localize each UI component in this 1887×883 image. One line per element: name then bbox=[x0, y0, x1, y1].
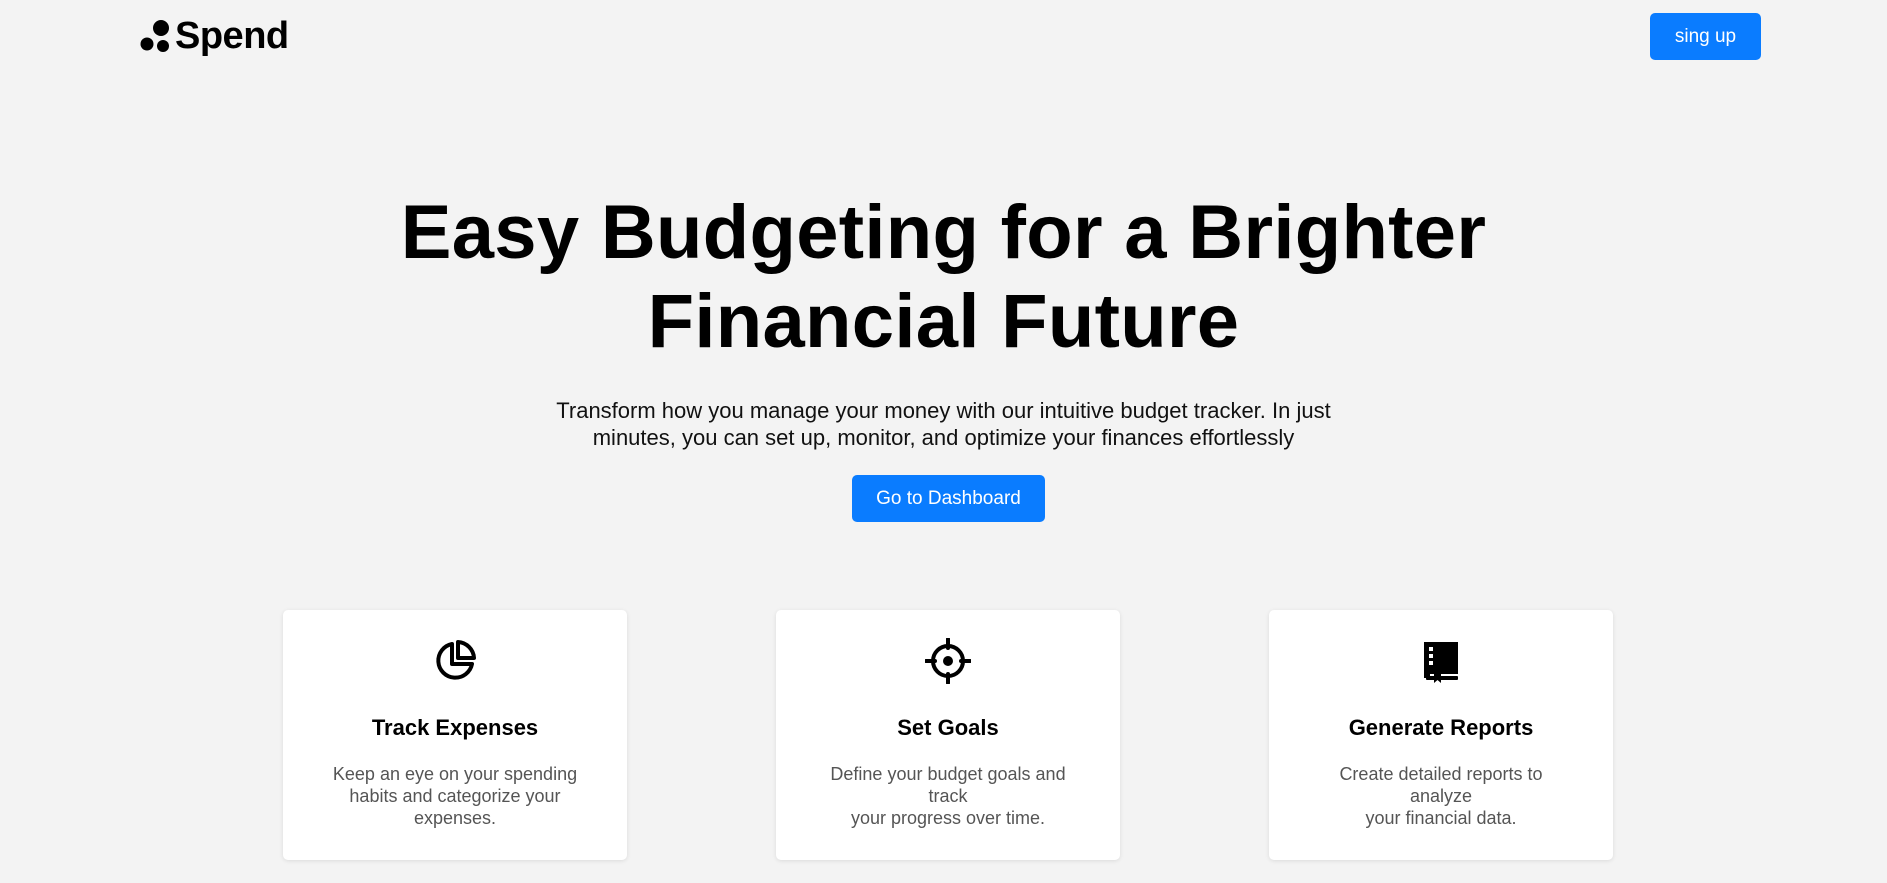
feature-card-generate-reports: Generate Reports Create detailed reports… bbox=[1269, 610, 1613, 860]
feature-description-line: your progress over time. bbox=[850, 808, 1046, 828]
feature-description-line: Create detailed reports to analyze bbox=[1339, 764, 1543, 806]
book-report-icon bbox=[1424, 642, 1458, 683]
hero-subtitle-line: Transform how you manage your money with… bbox=[556, 398, 1331, 423]
brand-logo[interactable]: Spend bbox=[140, 14, 289, 58]
go-to-dashboard-button[interactable]: Go to Dashboard bbox=[852, 475, 1045, 522]
feature-description: Define your budget goals and track your … bbox=[816, 763, 1080, 829]
crosshair-target-icon bbox=[925, 638, 971, 684]
hero-subtitle: Transform how you manage your money with… bbox=[0, 397, 1887, 451]
hero-subtitle-line: minutes, you can set up, monitor, and op… bbox=[592, 425, 1295, 450]
hero-title-line: Easy Budgeting for a Brighter bbox=[400, 190, 1487, 275]
site-header: Spend sing up bbox=[0, 0, 1887, 76]
feature-description-line: expenses. bbox=[413, 808, 497, 828]
feature-title: Set Goals bbox=[897, 715, 999, 740]
brand-name: Spend bbox=[175, 15, 289, 57]
feature-card-set-goals: Set Goals Define your budget goals and t… bbox=[776, 610, 1120, 860]
hero-title: Easy Budgeting for a Brighter Financial … bbox=[0, 188, 1887, 366]
feature-description-line: Define your budget goals and track bbox=[830, 764, 1066, 806]
feature-card-track-expenses: Track Expenses Keep an eye on your spend… bbox=[283, 610, 627, 860]
feature-title: Generate Reports bbox=[1348, 715, 1534, 740]
feature-description-line: your financial data. bbox=[1365, 808, 1517, 828]
feature-description: Keep an eye on your spending habits and … bbox=[323, 763, 587, 829]
feature-description-line: habits and categorize your bbox=[349, 786, 561, 806]
pie-chart-icon bbox=[436, 640, 476, 680]
landing-page: Spend sing up Easy Budgeting for a Brigh… bbox=[0, 0, 1887, 883]
signup-button[interactable]: sing up bbox=[1650, 13, 1761, 60]
feature-description: Create detailed reports to analyze your … bbox=[1309, 763, 1573, 829]
hero-title-line: Financial Future bbox=[647, 279, 1240, 364]
feature-title: Track Expenses bbox=[371, 715, 539, 740]
logo-dots-icon bbox=[140, 20, 169, 52]
feature-description-line: Keep an eye on your spending bbox=[332, 764, 578, 784]
